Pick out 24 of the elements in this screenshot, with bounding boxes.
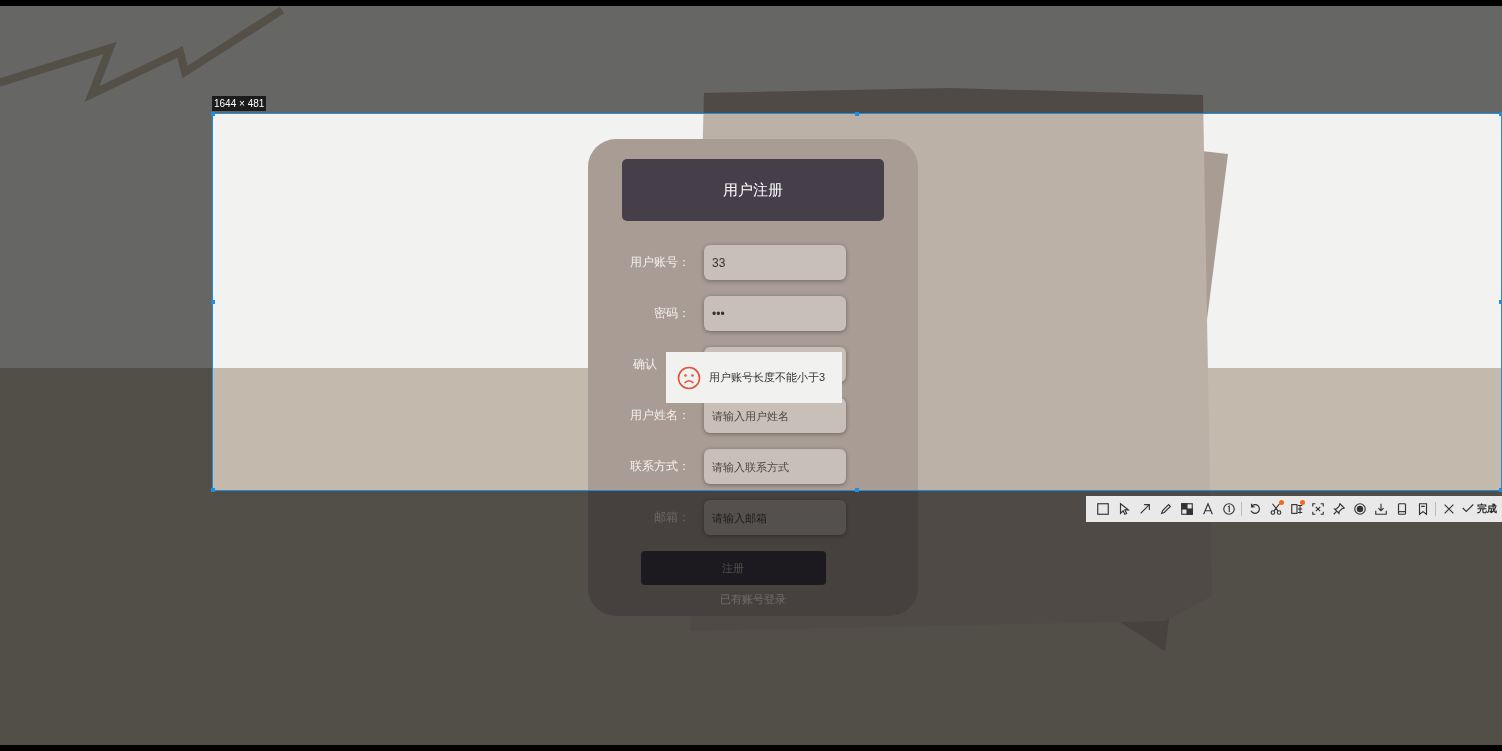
toast-message: 用户账号长度不能小于3 — [709, 370, 826, 385]
resize-handle[interactable] — [211, 488, 215, 492]
resize-handle[interactable] — [1499, 112, 1502, 116]
form-title: 用户注册 — [622, 159, 884, 221]
resize-handle[interactable] — [855, 488, 859, 492]
field-label: 用户账号： — [629, 254, 690, 271]
selection-rectangle[interactable] — [212, 113, 1502, 491]
text-recognition-icon — [1289, 502, 1304, 516]
size-label: 1644 × 481 — [212, 96, 267, 111]
input-field[interactable]: 请输入联系方式 — [704, 449, 846, 484]
field-label: 密码： — [653, 305, 690, 322]
resize-handle[interactable] — [211, 300, 215, 304]
field-label: 用户姓名： — [629, 407, 690, 424]
done-button[interactable]: 完成 — [1459, 501, 1499, 517]
field-label: 联系方式： — [629, 458, 690, 475]
resize-handle[interactable] — [855, 112, 859, 116]
scissors-icon — [1268, 502, 1283, 516]
resize-handle[interactable] — [1499, 300, 1502, 304]
input-field[interactable]: ••• — [704, 296, 846, 331]
sad-face-icon — [677, 365, 701, 390]
resize-handle[interactable] — [1499, 488, 1502, 492]
resize-handle[interactable] — [211, 112, 215, 116]
field-label: 确认 — [632, 356, 658, 373]
input-field[interactable]: 33 — [704, 245, 846, 280]
